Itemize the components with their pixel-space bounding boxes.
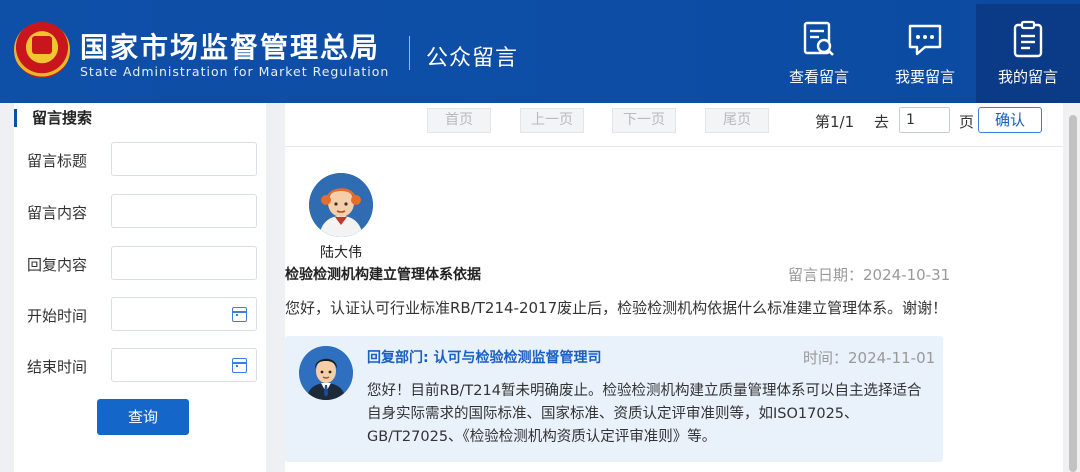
org-name-cn: 国家市场监督管理总局 <box>80 31 381 64</box>
last-page-button[interactable]: 尾页 <box>705 108 769 133</box>
reply-search-label: 回复内容 <box>27 256 88 274</box>
nav-view-messages[interactable]: 查看留言 <box>767 4 871 103</box>
goto-label: 去 <box>874 113 890 131</box>
message-body: 您好，认证认可行业标准RB/T214-2017废止后，检验检测机构依据什么标准建… <box>285 299 948 317</box>
header-divider <box>409 36 410 70</box>
message-title: 检验检测机构建立管理体系依据 <box>285 267 481 283</box>
pagination-bar: 首页 上一页 下一页 尾页 第1/1 去 1 页 确认 <box>285 103 1063 147</box>
reply-time: 时间：2024-11-01 <box>803 349 936 367</box>
author-avatar <box>309 173 373 237</box>
national-emblem-logo <box>14 22 70 78</box>
search-sidebar: 留言搜索 留言标题 留言内容 回复内容 开始时间 结束时间 查询 <box>14 103 266 472</box>
message-date: 留言日期：2024-10-31 <box>788 266 951 284</box>
content-search-input[interactable] <box>111 194 257 228</box>
scrollbar-track[interactable] <box>1066 103 1080 472</box>
reply-search-input[interactable] <box>111 246 257 280</box>
official-avatar <box>299 346 353 400</box>
search-document-icon <box>803 21 834 56</box>
title-search-input[interactable] <box>111 142 257 176</box>
page-info: 第1/1 <box>815 113 855 131</box>
reply-body: 您好！目前RB/T214暂未明确废止。检验检测机构建立质量管理体系可以自主选择适… <box>367 383 922 445</box>
calendar-icon[interactable] <box>232 307 247 322</box>
clipboard-list-icon <box>1013 20 1043 58</box>
calendar-icon[interactable] <box>232 358 247 373</box>
first-page-button[interactable]: 首页 <box>427 108 491 133</box>
nav-mine-label: 我的留言 <box>997 68 1058 86</box>
confirm-button[interactable]: 确认 <box>978 107 1042 133</box>
query-button[interactable]: 查询 <box>97 399 189 435</box>
chat-bubble-icon <box>908 24 942 56</box>
nav-view-label: 查看留言 <box>788 68 849 86</box>
nav-post-label: 我要留言 <box>894 68 955 86</box>
section-title: 公众留言 <box>426 46 519 71</box>
end-date-input[interactable] <box>111 348 257 382</box>
user-avatar-icon <box>309 173 373 237</box>
scrollbar-thumb[interactable] <box>1069 115 1077 472</box>
next-page-button[interactable]: 下一页 <box>612 108 676 133</box>
title-search-label: 留言标题 <box>27 152 88 170</box>
reply-department: 回复部门: 认可与检验检测监督管理司 <box>367 350 602 366</box>
prev-page-button[interactable]: 上一页 <box>520 108 584 133</box>
start-date-input[interactable] <box>111 297 257 331</box>
official-avatar-icon <box>299 346 353 400</box>
author-name: 陆大伟 <box>320 245 362 261</box>
page-unit: 页 <box>959 113 975 131</box>
org-name-en: State Administration for Market Regulati… <box>80 64 390 79</box>
search-sidebar-title: 留言搜索 <box>14 109 92 127</box>
site-header: 国家市场监督管理总局 State Administration for Mark… <box>0 0 1080 103</box>
reply-card: 回复部门: 认可与检验检测监督管理司 时间：2024-11-01 您好！目前RB… <box>285 336 943 462</box>
message-panel: 首页 上一页 下一页 尾页 第1/1 去 1 页 确认 陆大伟 检验检测机构建立… <box>285 103 1063 472</box>
content-search-label: 留言内容 <box>27 204 88 222</box>
end-date-label: 结束时间 <box>27 358 88 376</box>
goto-page-input[interactable]: 1 <box>899 107 950 133</box>
nav-my-messages[interactable]: 我的留言 <box>976 4 1080 103</box>
start-date-label: 开始时间 <box>27 307 88 325</box>
nav-post-message[interactable]: 我要留言 <box>873 4 977 103</box>
